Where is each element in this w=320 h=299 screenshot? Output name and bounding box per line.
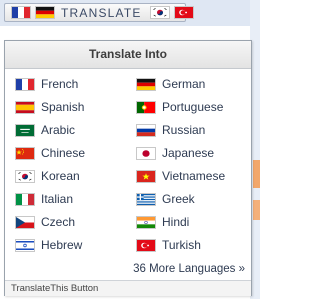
language-option-korean[interactable]: Korean: [15, 168, 80, 184]
south-korea-flag-icon: [149, 6, 170, 19]
turkey-flag-icon: [173, 6, 194, 19]
israel-flag-icon: [15, 238, 35, 252]
language-label: Chinese: [41, 146, 86, 160]
language-label: French: [41, 77, 79, 91]
language-option-french[interactable]: French: [15, 76, 78, 92]
panel-title: Translate Into: [5, 41, 251, 69]
vietnam-flag-icon: [136, 169, 156, 183]
language-label: Czech: [41, 215, 76, 229]
language-option-italian[interactable]: Italian: [15, 191, 73, 207]
italy-flag-icon: [15, 192, 35, 206]
india-flag-icon: [136, 215, 156, 229]
china-flag-icon: [15, 146, 35, 160]
language-option-spanish[interactable]: Spanish: [15, 99, 84, 115]
south-korea-flag-icon: [15, 169, 35, 183]
translate-button[interactable]: TRANSLATE: [4, 3, 194, 22]
czech-flag-icon: [15, 215, 35, 229]
translate-button-label: TRANSLATE: [61, 5, 142, 20]
language-option-portuguese[interactable]: Portuguese: [136, 99, 223, 115]
germany-flag-icon: [35, 6, 55, 19]
page-background-accent: [253, 200, 260, 220]
language-label: Spanish: [41, 100, 85, 114]
language-label: Hebrew: [41, 238, 83, 252]
france-flag-icon: [15, 77, 35, 91]
russia-flag-icon: [136, 123, 156, 137]
more-languages-link[interactable]: 36 More Languages »: [133, 263, 245, 275]
language-label: Hindi: [162, 215, 190, 229]
turkey-flag-icon: [136, 238, 156, 252]
language-label: Korean: [41, 169, 80, 183]
translate-dropdown-panel: Translate Into French German Spanish Por…: [4, 40, 252, 296]
language-label: Vietnamese: [162, 169, 226, 183]
language-option-hebrew[interactable]: Hebrew: [15, 237, 82, 253]
language-option-german[interactable]: German: [136, 76, 205, 92]
greece-flag-icon: [136, 192, 156, 206]
germany-flag-icon: [136, 77, 156, 91]
language-option-vietnamese[interactable]: Vietnamese: [136, 168, 225, 184]
language-option-hindi[interactable]: Hindi: [136, 214, 189, 230]
language-option-arabic[interactable]: Arabic: [15, 122, 75, 138]
france-flag-icon: [11, 6, 31, 19]
language-label: Italian: [41, 192, 74, 206]
language-option-czech[interactable]: Czech: [15, 214, 75, 230]
language-label: Russian: [162, 123, 206, 137]
language-label: German: [162, 77, 206, 91]
japan-flag-icon: [136, 146, 156, 160]
language-label: Greek: [162, 192, 195, 206]
spain-flag-icon: [15, 100, 35, 114]
panel-footer[interactable]: TranslateThis Button: [5, 280, 251, 296]
language-option-japanese[interactable]: Japanese: [136, 145, 214, 161]
language-label: Japanese: [162, 146, 215, 160]
language-option-chinese[interactable]: Chinese: [15, 145, 85, 161]
language-label: Turkish: [162, 238, 201, 252]
page-background-accent: [253, 160, 260, 188]
language-label: Portuguese: [162, 100, 224, 114]
language-option-russian[interactable]: Russian: [136, 122, 205, 138]
language-option-turkish[interactable]: Turkish: [136, 237, 201, 253]
portugal-flag-icon: [136, 100, 156, 114]
language-option-greek[interactable]: Greek: [136, 191, 195, 207]
saudi-arabia-flag-icon: [15, 123, 35, 137]
language-label: Arabic: [41, 123, 76, 137]
